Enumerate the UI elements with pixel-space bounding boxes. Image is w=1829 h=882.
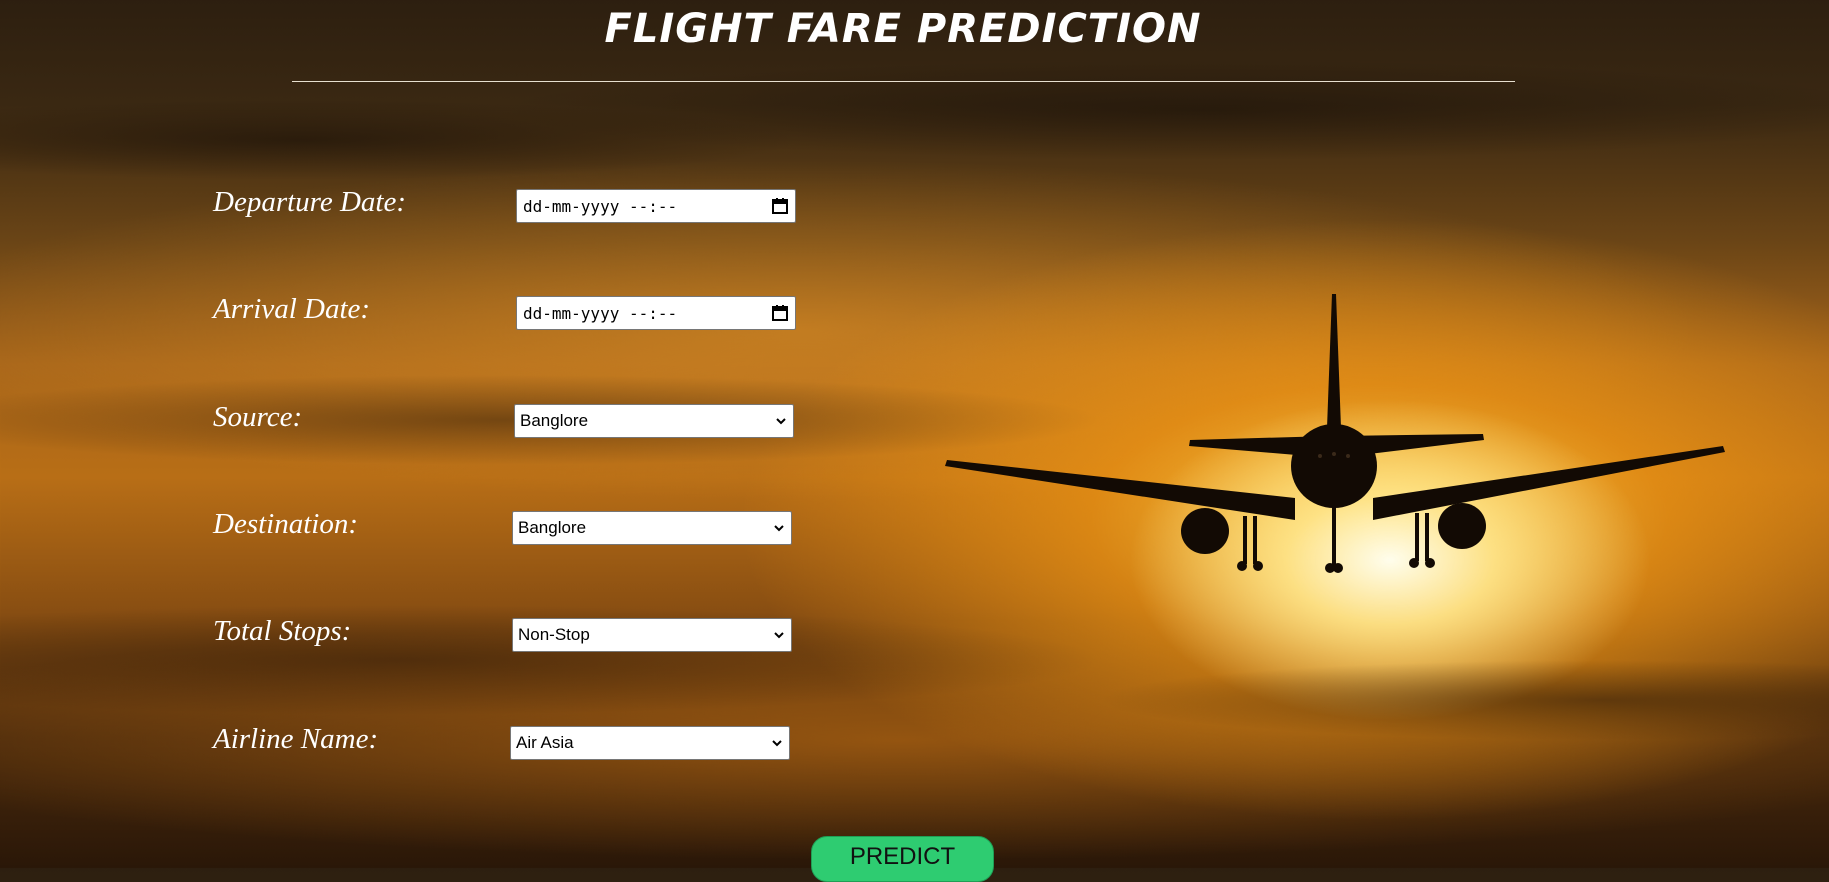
destination-select[interactable]: Banglore [512, 511, 792, 545]
total-stops-select[interactable]: Non-Stop [512, 618, 792, 652]
title-divider [292, 81, 1515, 82]
page-title: FLIGHT FARE PREDICTION [604, 6, 1202, 52]
arrival-date-input[interactable]: dd-mm-yyyy --:-- [516, 296, 796, 330]
calendar-icon[interactable] [771, 197, 789, 215]
departure-date-label: Departure Date: [213, 186, 407, 218]
airline-name-select[interactable]: Air Asia [510, 726, 790, 760]
source-select[interactable]: Banglore [514, 404, 794, 438]
arrival-date-label: Arrival Date: [213, 293, 371, 325]
airplane-image [945, 294, 1725, 573]
total-stops-label: Total Stops: [213, 615, 352, 647]
departure-date-value: dd-mm-yyyy --:-- [523, 196, 678, 216]
departure-date-input[interactable]: dd-mm-yyyy --:-- [516, 189, 796, 223]
destination-selected-value: Banglore [518, 518, 587, 537]
chevron-down-icon [772, 740, 782, 747]
airline-name-selected-value: Air Asia [516, 733, 574, 752]
chevron-down-icon [776, 418, 786, 425]
chevron-down-icon [774, 632, 784, 639]
total-stops-selected-value: Non-Stop [518, 625, 590, 644]
airline-name-label: Airline Name: [213, 723, 379, 755]
source-label: Source: [213, 401, 303, 433]
chevron-down-icon [774, 525, 784, 532]
arrival-date-value: dd-mm-yyyy --:-- [523, 303, 678, 323]
destination-label: Destination: [213, 508, 358, 540]
source-selected-value: Banglore [520, 411, 589, 430]
calendar-icon[interactable] [771, 304, 789, 322]
predict-button[interactable]: PREDICT [811, 836, 994, 882]
